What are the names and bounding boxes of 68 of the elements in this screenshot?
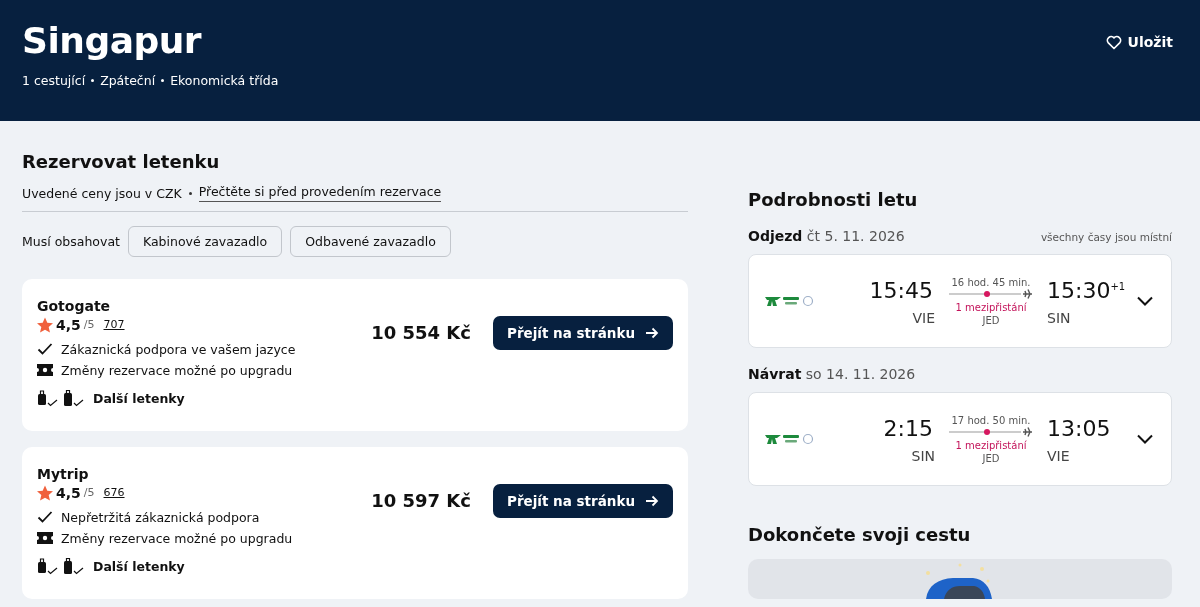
review-count[interactable]: 707 <box>103 318 125 331</box>
currency-note: Uvedené ceny jsou v CZK <box>22 185 182 201</box>
leg-heading: Návrat so 14. 11. 2026 <box>748 366 916 382</box>
check-icon <box>37 342 53 356</box>
cabin-bag-check-icon <box>37 389 59 408</box>
airport-code: VIE <box>1047 448 1070 464</box>
stops-count: 1 mezipřistání <box>955 301 1027 313</box>
trip-detail: 1 cestující <box>22 73 86 88</box>
check-icon <box>37 510 53 524</box>
checked-bag-check-icon <box>63 557 85 576</box>
separator-dot <box>188 191 192 195</box>
section-title: Dokončete svoji cestu <box>748 524 972 545</box>
time-note: všechny časy jsou místní <box>1040 231 1172 243</box>
flight-card[interactable]: 2:15 SIN 17 hod. 50 min. 1 mezipřistání JED 13:05 VIE <box>748 392 1172 486</box>
departure-time: 2:15 <box>883 415 934 443</box>
price: 10 597 Kč <box>371 490 471 511</box>
cabin-bag-check-icon <box>37 557 59 576</box>
filter-label: Musí obsahovat <box>22 234 120 249</box>
more-tickets-label: Další letenky <box>93 391 185 406</box>
filter-chip[interactable]: Kabinové zavazadlo <box>127 226 283 257</box>
info-link[interactable]: Přečtěte si před provedením rezervace <box>198 184 442 202</box>
rating-value: 4,5 <box>56 316 81 333</box>
airport-code: SIN <box>911 448 935 464</box>
flight-duration: 17 hod. 50 min. <box>951 414 1031 426</box>
feature-text: Změny rezervace možné po upgradu <box>61 530 293 546</box>
filter-chip[interactable]: Odbavené zavazadlo <box>290 226 451 257</box>
heart-icon <box>1105 34 1122 50</box>
star-icon <box>37 316 53 333</box>
rating-scale: /5 <box>83 318 95 331</box>
flight-duration: 16 hod. 45 min. <box>951 276 1031 288</box>
more-tickets-label: Další letenky <box>93 559 185 574</box>
arrow-right-icon <box>645 326 659 339</box>
stopover-airport: JED <box>982 314 1000 326</box>
feature-text: Nepřetržitá zákaznická podpora <box>61 509 260 525</box>
trip-detail: Zpáteční <box>100 73 156 88</box>
page-title: Singapur <box>22 20 203 61</box>
checked-bag-check-icon <box>63 389 85 408</box>
star-icon <box>37 484 53 501</box>
price: 10 554 Kč <box>371 322 471 343</box>
separator-dot <box>91 79 95 82</box>
go-to-site-button[interactable]: Přejít na stránku <box>493 483 673 518</box>
chevron-down-icon <box>1137 434 1153 444</box>
provider-name: Mytrip <box>37 465 90 482</box>
chevron-down-icon <box>1137 296 1153 306</box>
review-count[interactable]: 676 <box>103 486 125 499</box>
separator-dot <box>161 79 165 82</box>
leg-heading: Odjezd čt 5. 11. 2026 <box>748 228 905 244</box>
stopover-airport: JED <box>982 452 1000 464</box>
provider-name: Gotogate <box>37 297 112 314</box>
rating-value: 4,5 <box>56 484 81 501</box>
save-button[interactable]: Uložit <box>1105 34 1173 50</box>
departure-time: 15:45 <box>869 277 934 305</box>
section-title: Rezervovat letenku <box>22 151 221 172</box>
section-title: Podrobnosti letu <box>748 189 919 210</box>
ticket-icon <box>37 532 53 544</box>
arrival-time: 13:05 <box>1047 415 1112 443</box>
ticket-icon <box>37 364 53 376</box>
rating-scale: /5 <box>83 486 95 499</box>
arrival-time: 15:30$^{+1}$ <box>1047 277 1127 305</box>
stops-count: 1 mezipřistání <box>955 439 1027 451</box>
airport-code: SIN <box>1047 310 1071 326</box>
flight-card[interactable]: 15:45 VIE 16 hod. 45 min. 1 mezipřistání JED 15:30$^{+1}$ SIN <box>748 254 1172 348</box>
airport-code: VIE <box>912 310 935 326</box>
feature-text: Změny rezervace možné po upgradu <box>61 362 293 378</box>
go-to-site-button[interactable]: Přejít na stránku <box>493 315 673 350</box>
arrow-right-icon <box>645 494 659 507</box>
feature-text: Zákaznická podpora ve vašem jazyce <box>61 341 296 357</box>
trip-detail: Ekonomická třída <box>170 73 279 88</box>
